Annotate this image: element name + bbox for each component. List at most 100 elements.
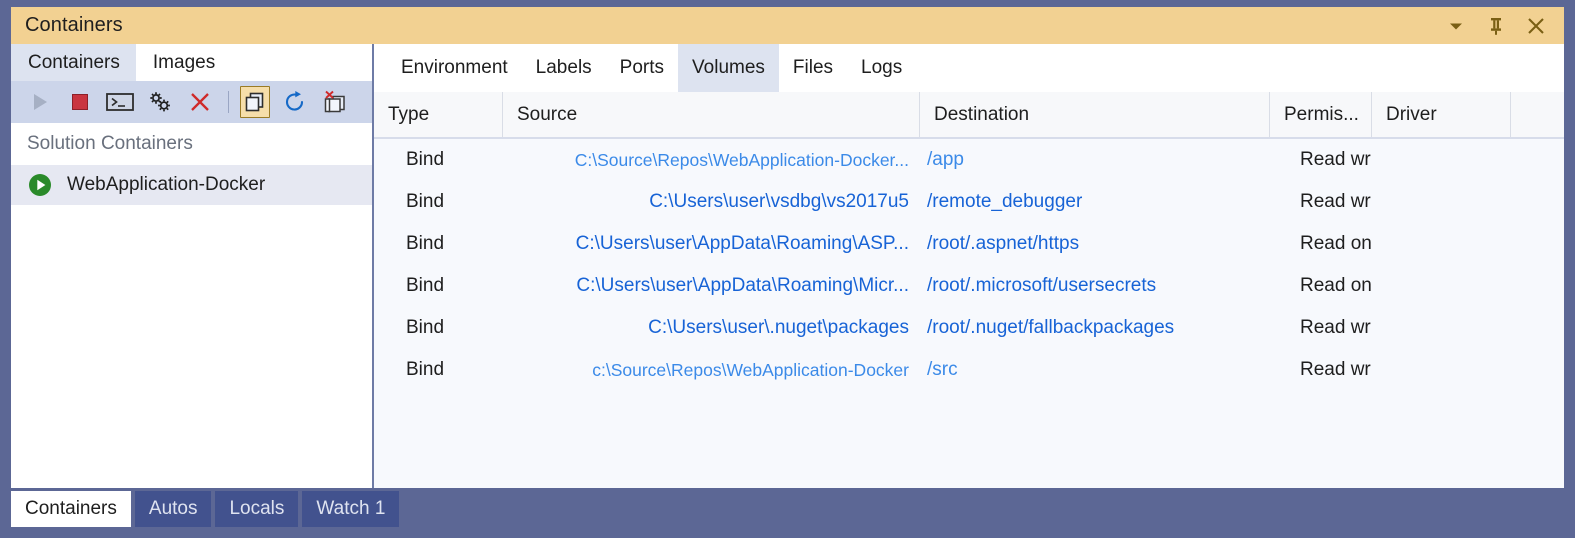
- cell-destination[interactable]: /root/.microsoft/usersecrets: [919, 265, 1269, 307]
- cell-driver: [1371, 139, 1510, 181]
- containers-tool-window: Containers Containers Images Solution Co…: [0, 0, 1575, 538]
- cell-blank: [1510, 139, 1564, 181]
- detail-tabs: Environment Labels Ports Volumes Files L…: [374, 44, 916, 92]
- cell-driver: [1371, 349, 1510, 391]
- cell-permissions: Read write: [1300, 359, 1371, 380]
- cell-permissions: Read write: [1300, 191, 1371, 212]
- volumes-table: Type Source Destination Permis... Driver…: [374, 92, 1564, 488]
- table-row[interactable]: Bind C:\Users\user\.nuget\packages/root/.…: [374, 307, 1564, 349]
- cell-blank: [1510, 307, 1564, 349]
- tab-containers[interactable]: Containers: [11, 44, 136, 81]
- cell-driver: [1371, 181, 1510, 223]
- title-bar-buttons: [1445, 15, 1547, 37]
- tab-images[interactable]: Images: [136, 44, 231, 81]
- table-header-row: Type Source Destination Permis... Driver: [374, 92, 1564, 139]
- cell-destination[interactable]: /root/.aspnet/https: [919, 223, 1269, 265]
- table-row[interactable]: Bind c:\Source\Repos\WebApplication-Docke…: [374, 349, 1564, 391]
- bottom-tab-containers[interactable]: Containers: [11, 491, 131, 527]
- window-body: Containers Images Solution Containers We…: [11, 44, 1564, 488]
- cell-type: Bind: [406, 191, 445, 212]
- container-name-label: WebApplication-Docker: [67, 174, 266, 195]
- cell-driver: [1371, 307, 1510, 349]
- cell-destination[interactable]: /src: [919, 349, 1269, 391]
- left-panel-tabs: Containers Images: [11, 44, 231, 81]
- cell-permissions: Read write: [1300, 149, 1371, 170]
- table-row[interactable]: Bind C:\Users\user\vsdbg\vs2017u5/remote_…: [374, 181, 1564, 223]
- solution-containers-header: Solution Containers: [11, 123, 372, 165]
- bottom-tab-strip: Containers Autos Locals Watch 1: [0, 488, 1575, 538]
- tab-images-label: Images: [152, 51, 216, 73]
- running-play-icon: [28, 173, 52, 197]
- tab-volumes-label: Volumes: [692, 57, 765, 78]
- column-header-permissions[interactable]: Permis...: [1269, 92, 1371, 137]
- close-icon[interactable]: [1525, 15, 1547, 37]
- cell-blank: [1510, 265, 1564, 307]
- bottom-tab-watch1[interactable]: Watch 1: [302, 491, 400, 527]
- cell-permissions: Read write: [1300, 317, 1371, 338]
- cell-source[interactable]: C:\Users\user\AppData\Roaming\ASP...: [502, 223, 919, 265]
- start-container-button[interactable]: [25, 86, 55, 118]
- tab-labels[interactable]: Labels: [522, 44, 606, 92]
- bottom-tab-watch1-label: Watch 1: [316, 498, 386, 519]
- table-body: Bind C:\Source\Repos\WebApplication-Docke…: [374, 139, 1564, 391]
- cell-type: Bind: [406, 275, 445, 296]
- cell-driver: [1371, 223, 1510, 265]
- cell-source[interactable]: c:\Source\Repos\WebApplication-Docker: [502, 349, 919, 391]
- column-header-driver[interactable]: Driver: [1371, 92, 1510, 137]
- cell-source[interactable]: C:\Source\Repos\WebApplication-Docker...: [502, 139, 919, 181]
- cell-source[interactable]: C:\Users\user\AppData\Roaming\Micr...: [502, 265, 919, 307]
- left-panel: Containers Images Solution Containers We…: [11, 44, 372, 488]
- remove-container-button[interactable]: [185, 86, 215, 118]
- table-row[interactable]: Bind C:\Users\user\AppData\Roaming\ASP...…: [374, 223, 1564, 265]
- column-header-blank[interactable]: [1510, 92, 1564, 137]
- bottom-tab-containers-label: Containers: [25, 498, 117, 519]
- cell-destination[interactable]: /root/.nuget/fallbackpackages: [919, 307, 1269, 349]
- cell-permissions: Read only: [1300, 233, 1371, 254]
- column-header-destination[interactable]: Destination: [919, 92, 1269, 137]
- table-row[interactable]: Bind C:\Source\Repos\WebApplication-Docke…: [374, 139, 1564, 181]
- tab-containers-label: Containers: [28, 51, 120, 73]
- cell-destination[interactable]: /app: [919, 139, 1269, 181]
- refresh-button[interactable]: [280, 86, 310, 118]
- tab-ports[interactable]: Ports: [606, 44, 678, 92]
- tab-volumes[interactable]: Volumes: [678, 44, 779, 92]
- tab-environment[interactable]: Environment: [387, 44, 522, 92]
- cell-type: Bind: [406, 359, 445, 380]
- cell-type: Bind: [406, 233, 445, 254]
- pin-icon[interactable]: [1485, 15, 1507, 37]
- cell-permissions: Read only: [1300, 275, 1371, 296]
- tab-logs[interactable]: Logs: [847, 44, 916, 92]
- open-terminal-button[interactable]: [105, 86, 135, 118]
- list-item-webapplication-docker[interactable]: WebApplication-Docker: [11, 165, 372, 205]
- cell-type: Bind: [406, 149, 445, 170]
- cell-blank: [1510, 349, 1564, 391]
- tab-environment-label: Environment: [401, 57, 508, 78]
- window-title: Containers: [25, 14, 123, 36]
- tab-labels-label: Labels: [535, 57, 592, 78]
- gears-icon[interactable]: [145, 86, 175, 118]
- right-panel: Environment Labels Ports Volumes Files L…: [374, 44, 1564, 488]
- cell-destination[interactable]: /remote_debugger: [919, 181, 1269, 223]
- tab-ports-label: Ports: [619, 57, 665, 78]
- column-header-type[interactable]: Type: [374, 92, 502, 137]
- bottom-tab-locals-label: Locals: [229, 498, 285, 519]
- bottom-tab-autos[interactable]: Autos: [134, 491, 212, 527]
- prune-containers-button[interactable]: [320, 86, 350, 118]
- chevron-down-icon[interactable]: [1445, 15, 1467, 37]
- toolbar-separator: [228, 91, 229, 113]
- column-header-source[interactable]: Source: [502, 92, 919, 137]
- cell-blank: [1510, 181, 1564, 223]
- stop-container-button[interactable]: [65, 86, 95, 118]
- bottom-tabs: Containers Autos Locals Watch 1: [11, 491, 403, 527]
- cell-source[interactable]: C:\Users\user\vsdbg\vs2017u5: [502, 181, 919, 223]
- title-bar: Containers: [11, 7, 1564, 44]
- bottom-tab-locals[interactable]: Locals: [215, 491, 299, 527]
- show-containers-button[interactable]: [240, 86, 270, 118]
- bottom-tab-autos-label: Autos: [148, 498, 198, 519]
- cell-driver: [1371, 265, 1510, 307]
- cell-source[interactable]: C:\Users\user\.nuget\packages: [502, 307, 919, 349]
- table-row[interactable]: Bind C:\Users\user\AppData\Roaming\Micr..…: [374, 265, 1564, 307]
- cell-blank: [1510, 223, 1564, 265]
- tab-files[interactable]: Files: [779, 44, 847, 92]
- container-toolbar: [11, 81, 372, 123]
